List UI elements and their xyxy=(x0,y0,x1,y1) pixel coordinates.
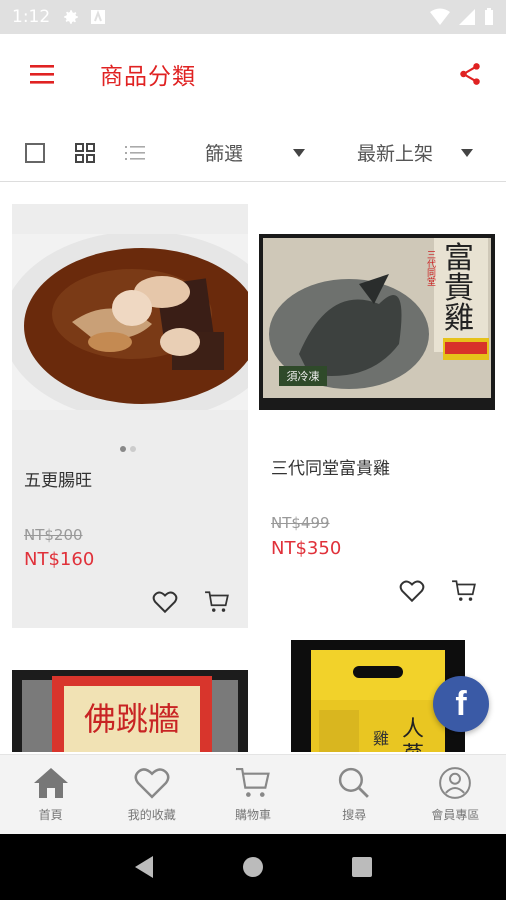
select-all-checkbox[interactable] xyxy=(20,138,50,168)
nav-cart[interactable]: 購物車 xyxy=(202,755,303,834)
cart-icon xyxy=(452,580,476,601)
list-view-icon xyxy=(125,145,145,160)
add-to-favorites-button[interactable] xyxy=(397,576,427,606)
grid-view-button[interactable] xyxy=(70,138,100,168)
package-text-shen: 蔘 xyxy=(402,743,424,752)
grid-view-icon xyxy=(75,142,95,163)
nav-home[interactable]: 首頁 xyxy=(0,755,101,834)
product-card[interactable]: 五更腸旺 NT$200 NT$160 xyxy=(12,204,248,628)
package-text-frozen: 須冷凍 xyxy=(287,370,320,383)
product-image[interactable]: 佛跳牆 xyxy=(12,670,248,752)
package-text-brand: 三代同堂 xyxy=(425,250,436,286)
filter-label: 篩選 xyxy=(205,143,244,165)
recents-icon[interactable] xyxy=(351,856,373,878)
braised-intestine-dish-image xyxy=(12,234,248,410)
product-price: NT$350 xyxy=(271,538,342,559)
product-name[interactable]: 三代同堂富貴雞 xyxy=(271,454,390,479)
facebook-icon: f xyxy=(455,684,467,723)
package-text-fotiaoqiang: 佛跳牆 xyxy=(84,700,180,738)
heart-outline-icon xyxy=(399,580,425,603)
status-bar: 1:12 xyxy=(0,0,506,34)
search-icon xyxy=(339,767,370,798)
heart-outline-icon xyxy=(152,591,178,614)
nav-search[interactable]: 搜尋 xyxy=(304,755,405,834)
filter-caret-down-icon xyxy=(293,148,306,157)
app-notification-icon xyxy=(91,10,106,24)
hamburger-menu-icon xyxy=(30,65,54,84)
nav-favorites[interactable]: 我的收藏 xyxy=(101,755,202,834)
hamburger-menu-button[interactable] xyxy=(22,54,62,94)
product-card[interactable]: 佛跳牆 xyxy=(12,640,248,752)
nav-home-label: 首頁 xyxy=(38,808,63,822)
nav-member-label: 會員專區 xyxy=(431,808,480,822)
rich-chicken-package-image: 富 貴 雞 三代同堂 須冷凍 xyxy=(259,234,495,410)
share-icon xyxy=(460,63,480,85)
nav-search-label: 搜尋 xyxy=(342,808,367,822)
add-to-favorites-button[interactable] xyxy=(150,587,180,617)
product-name[interactable]: 五更腸旺 xyxy=(24,466,92,491)
app-bar: 商品分類 xyxy=(0,34,506,114)
facebook-button[interactable]: f xyxy=(433,676,489,732)
home-icon xyxy=(33,768,68,798)
signal-icon xyxy=(459,9,475,25)
checkbox-icon xyxy=(25,142,45,163)
cart-icon xyxy=(236,768,270,797)
product-image[interactable] xyxy=(12,234,248,410)
cart-icon xyxy=(205,591,229,612)
wifi-icon xyxy=(430,8,450,25)
sort-caret-down-icon xyxy=(461,148,474,157)
product-image[interactable]: 富 貴 雞 三代同堂 須冷凍 xyxy=(259,234,495,410)
package-text-ren: 人 xyxy=(402,717,424,742)
package-text-chicken: 雞 xyxy=(444,301,474,336)
settings-gear-icon xyxy=(64,10,78,24)
buddha-jumps-wall-package-image: 佛跳牆 xyxy=(12,670,248,752)
product-grid: 五更腸旺 NT$200 NT$160 富 貴 雞 三代同堂 須冷凍 三代同堂富貴… xyxy=(0,192,506,752)
list-view-button[interactable] xyxy=(120,138,150,168)
battery-icon xyxy=(485,8,493,25)
package-text-ji: 雞 xyxy=(373,729,389,748)
home-circle-icon[interactable] xyxy=(241,855,265,879)
nav-favorites-label: 我的收藏 xyxy=(127,808,176,822)
filter-dropdown[interactable]: 篩選 xyxy=(205,139,306,166)
heart-outline-icon xyxy=(134,768,170,799)
sort-label: 最新上架 xyxy=(357,143,434,165)
nav-member[interactable]: 會員專區 xyxy=(405,755,506,834)
product-original-price: NT$499 xyxy=(271,514,330,532)
status-time: 1:12 xyxy=(12,7,51,27)
image-pager-dots xyxy=(120,446,136,452)
product-price: NT$160 xyxy=(24,549,95,570)
add-to-cart-button[interactable] xyxy=(449,576,479,606)
add-to-cart-button[interactable] xyxy=(202,587,232,617)
member-account-icon xyxy=(439,767,472,799)
nav-cart-label: 購物車 xyxy=(235,808,272,822)
page-title: 商品分類 xyxy=(100,64,196,90)
back-icon[interactable] xyxy=(133,855,155,879)
bottom-nav: 首頁 我的收藏 購物車 搜尋 會員專區 xyxy=(0,754,506,834)
sort-dropdown[interactable]: 最新上架 xyxy=(357,139,474,166)
system-navigation-bar xyxy=(0,834,506,900)
list-toolbar: 篩選 最新上架 xyxy=(0,124,506,182)
share-button[interactable] xyxy=(450,54,490,94)
product-original-price: NT$200 xyxy=(24,526,83,544)
product-card[interactable]: 富 貴 雞 三代同堂 須冷凍 三代同堂富貴雞 NT$499 NT$350 xyxy=(259,204,495,628)
